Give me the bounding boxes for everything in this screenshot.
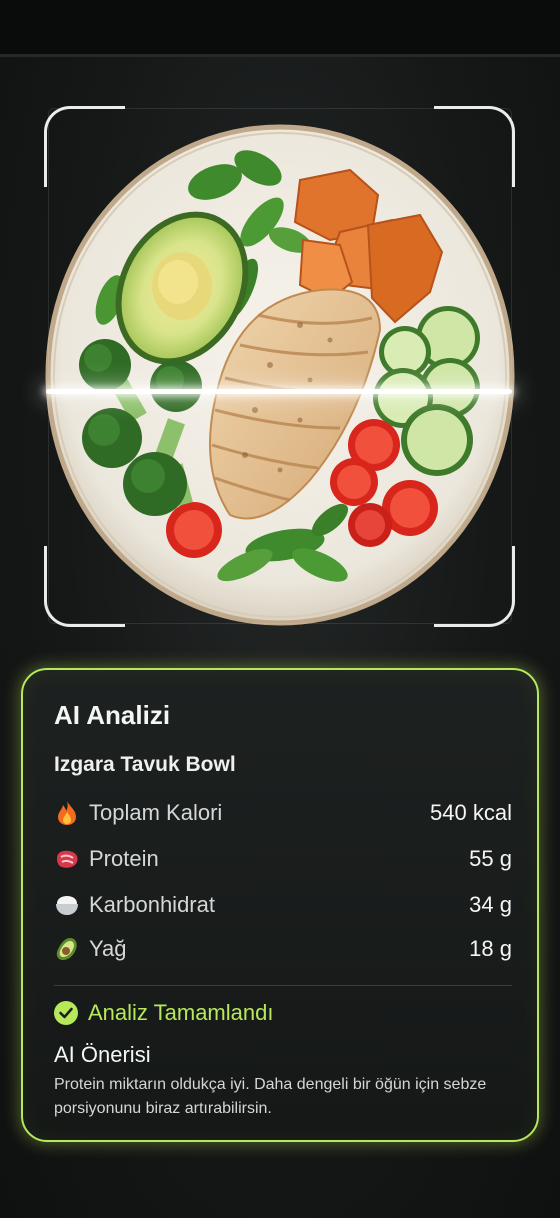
- analysis-card: AI Analizi Izgara Tavuk Bowl Toplam Kalo…: [21, 668, 539, 1142]
- nutrient-row-carbs: Karbonhidrat 34 g: [54, 890, 512, 920]
- nutrient-label: Protein: [89, 846, 159, 871]
- nutrient-value: 55 g: [469, 846, 512, 871]
- nutrient-value: 18 g: [469, 936, 512, 961]
- rice-icon: [54, 892, 80, 918]
- nutrient-row-calories: Toplam Kalori 540 kcal: [54, 798, 512, 828]
- nutrient-value: 540 kcal: [430, 800, 512, 825]
- scan-line: [46, 389, 512, 394]
- meal-name: Izgara Tavuk Bowl: [54, 753, 236, 776]
- nutrient-label: Toplam Kalori: [89, 800, 223, 825]
- check-circle-icon: [54, 1001, 78, 1025]
- scan-corner-bottom-left: [44, 546, 125, 627]
- nutrient-value: 34 g: [469, 892, 512, 917]
- nutrient-row-protein: Protein 55 g: [54, 844, 512, 874]
- analysis-status: Analiz Tamamlandı: [54, 1000, 273, 1026]
- nutrient-label: Yağ: [89, 936, 127, 961]
- nutrient-label: Karbonhidrat: [89, 892, 215, 917]
- fire-icon: [54, 800, 80, 826]
- scan-corner-top-left: [44, 106, 125, 187]
- meat-icon: [54, 846, 80, 872]
- scan-corner-bottom-right: [434, 546, 515, 627]
- scan-corner-top-right: [434, 106, 515, 187]
- card-title: AI Analizi: [54, 700, 171, 730]
- card-divider: [54, 985, 512, 986]
- suggestion-text: Protein miktarın oldukça iyi. Daha denge…: [54, 1076, 487, 1117]
- avocado-icon: [54, 936, 80, 962]
- status-text: Analiz Tamamlandı: [88, 1000, 274, 1025]
- suggestion-title: AI Önerisi: [54, 1042, 151, 1067]
- nutrient-row-fat: Yağ 18 g: [54, 934, 512, 964]
